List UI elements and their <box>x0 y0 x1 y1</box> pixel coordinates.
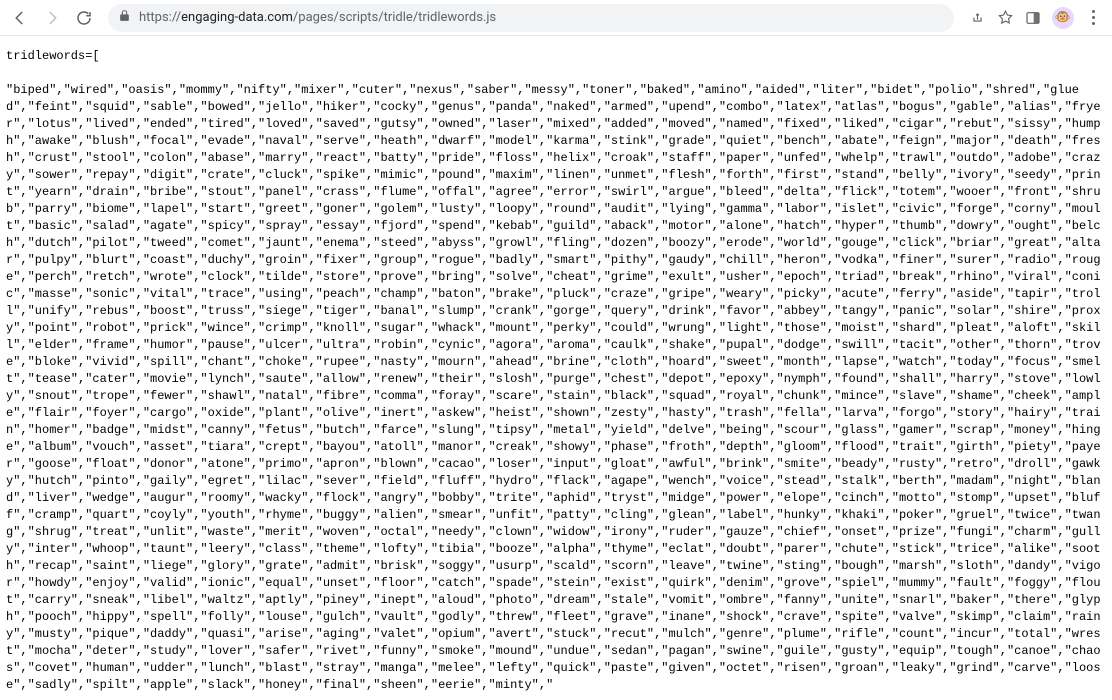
arrow-left-icon <box>11 9 29 27</box>
menu-button[interactable] <box>1084 9 1102 27</box>
reload-button[interactable] <box>70 4 98 32</box>
share-icon[interactable] <box>968 9 986 27</box>
arrow-right-icon <box>43 9 61 27</box>
address-bar[interactable]: https://engaging-data.com/pages/scripts/… <box>108 4 954 32</box>
panel-icon[interactable] <box>1024 9 1042 27</box>
lock-icon <box>118 9 131 26</box>
bookmark-star-icon[interactable] <box>996 9 1014 27</box>
forward-button[interactable] <box>38 4 66 32</box>
url-text: https://engaging-data.com/pages/scripts/… <box>139 10 944 25</box>
back-button[interactable] <box>6 4 34 32</box>
browser-toolbar: https://engaging-data.com/pages/scripts/… <box>0 0 1112 36</box>
profile-avatar[interactable]: 🐵 <box>1052 7 1074 29</box>
file-content: tridlewords=[ "biped","wired","oasis","m… <box>0 36 1112 700</box>
reload-icon <box>75 9 93 27</box>
toolbar-right: 🐵 <box>964 7 1106 29</box>
file-text: tridlewords=[ "biped","wired","oasis","m… <box>6 49 1101 692</box>
